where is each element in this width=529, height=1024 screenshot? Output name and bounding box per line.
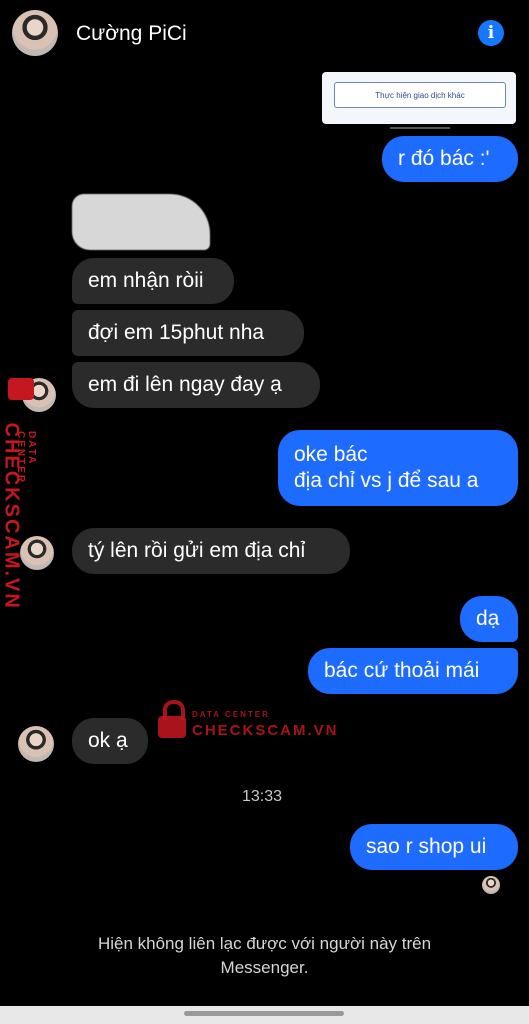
message-text: bác cứ thoải mái (324, 659, 480, 682)
message-bubble-incoming[interactable]: đợi em 15phut nha (72, 310, 304, 356)
message-bubble-outgoing[interactable]: r đó bác :' (382, 136, 518, 182)
notice-line1: Hiện không liên lạc được với người này t… (97, 934, 432, 953)
info-icon[interactable]: i (478, 20, 504, 46)
message-bubble-outgoing[interactable]: sao r shop ui (350, 824, 518, 870)
message-text: em đi lên ngay đay ạ (88, 373, 282, 396)
sender-avatar (20, 536, 54, 570)
sender-avatar (18, 726, 54, 762)
message-bubble-outgoing[interactable]: dạ (460, 596, 518, 642)
message-text: ok ạ (88, 729, 128, 752)
contact-name[interactable]: Cường PiCi (76, 22, 187, 46)
blurred-image[interactable] (72, 194, 210, 250)
timestamp: 13:33 (242, 788, 283, 805)
message-text: đợi em 15phut nha (88, 321, 265, 344)
message-bubble-incoming[interactable]: em nhận ròii (72, 258, 234, 304)
watermark-center-brand: CHECKSCAM.VN (192, 722, 339, 739)
message-text: r đó bác :' (398, 147, 490, 170)
image-attachment[interactable]: Thực hiện giao dịch khác (322, 72, 516, 124)
home-indicator[interactable] (184, 1011, 344, 1016)
message-bubble-incoming[interactable]: em đi lên ngay đay ạ (72, 362, 320, 408)
message-text-line2: địa chỉ vs j để sau a (294, 469, 479, 492)
transaction-button: Thực hiện giao dịch khác (334, 82, 506, 108)
message-bubble-incoming[interactable]: ok ạ (72, 718, 148, 764)
message-bubble-outgoing[interactable]: oke bác địa chỉ vs j để sau a (278, 430, 518, 506)
message-text: em nhận ròii (88, 269, 204, 292)
message-text: tý lên rồi gửi em địa chỉ (88, 539, 306, 562)
message-bubble-outgoing[interactable]: bác cứ thoải mái (308, 648, 518, 694)
watermark-center-top: DATA CENTER (192, 710, 270, 719)
unavailable-notice: Hiện không liên lạc được với người này t… (0, 932, 529, 980)
contact-avatar[interactable] (12, 10, 58, 56)
notice-line2: Messenger. (220, 958, 309, 977)
seen-avatar (482, 876, 500, 894)
watermark-vertical-brand: CHECKSCAM.VN (0, 422, 23, 610)
watermark-lock-icon (8, 378, 34, 400)
message-bubble-incoming[interactable]: tý lên rồi gửi em địa chỉ (72, 528, 350, 574)
message-text: dạ (476, 607, 500, 630)
watermark-center-lock-shackle (163, 700, 185, 720)
message-text-line1: oke bác (294, 443, 368, 466)
divider (390, 127, 450, 129)
message-text: sao r shop ui (366, 835, 487, 858)
